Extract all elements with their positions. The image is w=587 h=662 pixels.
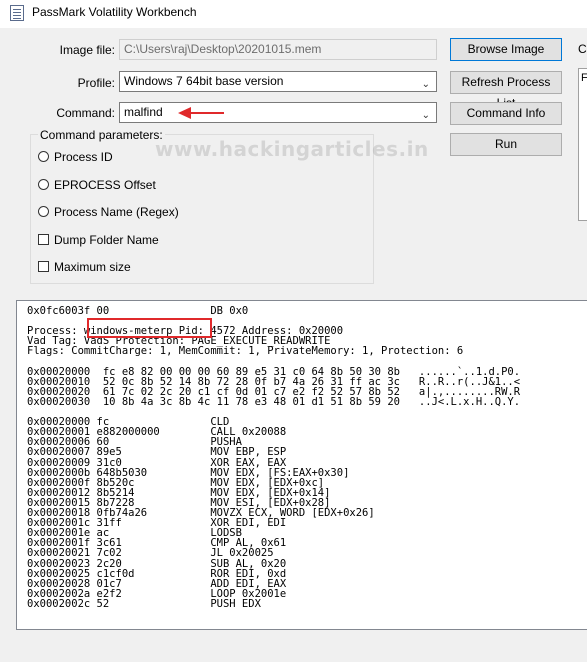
dump-folder-name-label: Dump Folder Name	[54, 233, 159, 247]
right-panel	[578, 68, 587, 221]
dump-folder-name-checkbox[interactable]	[38, 234, 49, 245]
title-bar: PassMark Volatility Workbench	[0, 0, 587, 28]
chevron-down-icon: ⌄	[421, 79, 430, 90]
profile-select-value: Windows 7 64bit base version	[124, 74, 284, 88]
command-select[interactable]: malfind ⌄	[119, 102, 437, 123]
maximum-size-label: Maximum size	[54, 260, 131, 274]
output-line: 0x00020030 10 8b 4a 3c 8b 4c 11 78 e3 48…	[27, 395, 521, 408]
output-line: Flags: CommitCharge: 1, MemCommit: 1, Pr…	[27, 345, 464, 358]
image-file-label: Image file:	[59, 43, 115, 57]
process-name-regex-label: Process Name (Regex)	[54, 205, 179, 219]
chevron-down-icon: ⌄	[421, 110, 430, 121]
maximum-size-checkbox[interactable]	[38, 261, 49, 272]
command-select-value: malfind	[124, 105, 163, 119]
app-icon	[10, 5, 24, 21]
profile-select[interactable]: Windows 7 64bit base version ⌄	[119, 71, 437, 92]
right-panel-header: Co	[578, 42, 587, 56]
refresh-process-list-button[interactable]: Refresh Process List	[450, 71, 562, 110]
output-textarea[interactable]: 0x0fc6003f 00 DB 0x0 Process: windows-met…	[16, 300, 587, 630]
profile-label: Profile:	[77, 76, 115, 90]
eprocess-offset-radio[interactable]	[38, 179, 49, 190]
output-line: 0x0002002c 52 PUSH EDX	[27, 597, 261, 610]
process-id-label: Process ID	[54, 150, 113, 164]
process-name-regex-radio[interactable]	[38, 206, 49, 217]
output-line: 0x0fc6003f 00 DB 0x0	[27, 305, 249, 317]
command-label: Command:	[56, 106, 115, 120]
browse-image-button[interactable]: Browse Image	[450, 38, 562, 61]
annotation-highlight-box	[87, 318, 212, 338]
eprocess-offset-label: EPROCESS Offset	[54, 178, 156, 192]
command-info-button[interactable]: Command Info	[450, 102, 562, 125]
right-panel-field: F	[581, 72, 587, 84]
watermark: www.hackingarticles.in	[155, 137, 429, 161]
command-parameters-title: Command parameters:	[38, 128, 165, 142]
annotation-arrow-shaft	[190, 112, 224, 114]
run-button[interactable]: Run	[450, 133, 562, 156]
process-id-radio[interactable]	[38, 151, 49, 162]
image-file-field[interactable]: C:\Users\raj\Desktop\20201015.mem	[119, 39, 437, 60]
window-title: PassMark Volatility Workbench	[32, 5, 197, 19]
